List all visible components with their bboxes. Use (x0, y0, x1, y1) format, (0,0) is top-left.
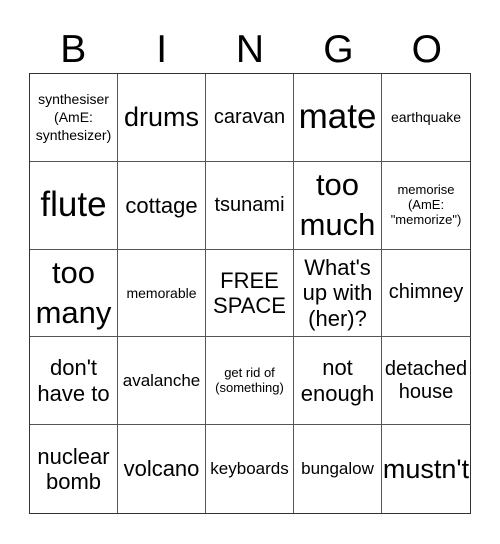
bingo-cell[interactable]: drums (118, 74, 206, 162)
bingo-cell[interactable]: too many (30, 249, 118, 338)
bingo-header: B I N G O (29, 28, 471, 72)
free-space-cell[interactable]: FREE SPACE (206, 249, 294, 338)
bingo-cell[interactable]: tsunami (206, 161, 294, 250)
header-letter-g: G (323, 28, 354, 71)
header-letter-i: I (156, 28, 168, 71)
bingo-cell[interactable]: memorable (118, 249, 206, 338)
bingo-cell[interactable]: earthquake (382, 74, 470, 162)
bingo-cell[interactable]: caravan (206, 74, 294, 162)
bingo-cell[interactable]: detached house (382, 337, 470, 426)
bingo-cell[interactable]: cottage (118, 161, 206, 250)
bingo-cell[interactable]: keyboards (206, 425, 294, 513)
bingo-cell[interactable]: synthesiser (AmE: synthesizer) (30, 74, 118, 162)
bingo-cell[interactable]: mate (294, 74, 382, 162)
bingo-cell[interactable]: don't have to (30, 337, 118, 426)
bingo-cell[interactable]: memorise (AmE: "memorize") (382, 162, 470, 250)
bingo-cell[interactable]: too much (294, 161, 382, 250)
bingo-cell[interactable]: What's up with (her)? (294, 249, 382, 338)
bingo-cell[interactable]: get rid of (something) (206, 337, 294, 426)
header-letter-o: O (411, 28, 442, 71)
header-letter-b: B (60, 28, 87, 71)
bingo-cell[interactable]: bungalow (294, 425, 382, 513)
bingo-cell[interactable]: nuclear bomb (30, 425, 118, 513)
header-letter-n: N (235, 28, 265, 71)
bingo-cell[interactable]: chimney (382, 250, 470, 338)
bingo-cell[interactable]: avalanche (118, 337, 206, 426)
bingo-cell[interactable]: mustn't (382, 425, 470, 513)
bingo-cell[interactable]: volcano (118, 425, 206, 513)
bingo-cell[interactable]: not enough (294, 337, 382, 426)
bingo-grid: synthesiser (AmE: synthesizer) drums car… (29, 73, 471, 514)
bingo-cell[interactable]: flute (30, 161, 118, 250)
